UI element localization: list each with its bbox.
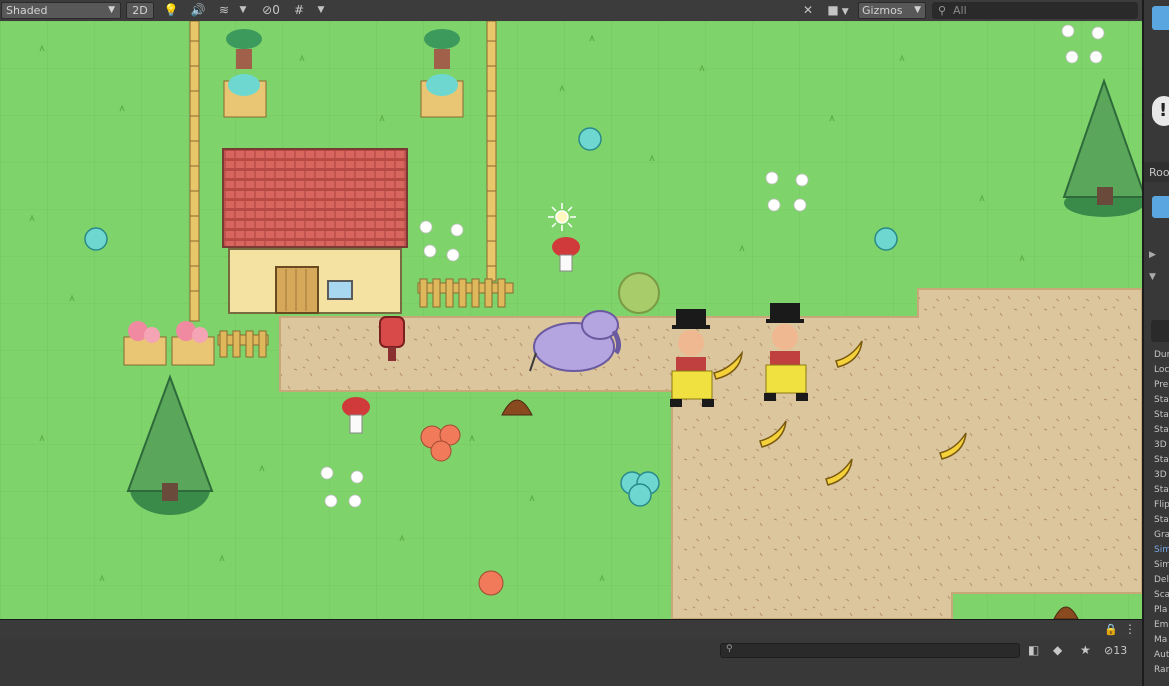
foldout-open-icon[interactable]: ▼ <box>1149 272 1156 282</box>
light-gizmo <box>548 203 576 231</box>
shading-mode-label: Shaded <box>6 4 48 17</box>
grid-dropdown-icon[interactable]: ▼ <box>313 2 329 19</box>
2d-mode-button[interactable]: 2D <box>126 2 154 19</box>
2d-mode-label: 2D <box>132 4 148 17</box>
inspector-property-label: Sta <box>1154 425 1169 435</box>
object-name-label: Roo <box>1149 166 1169 179</box>
hidden-packages-toggle[interactable]: ⊘13 <box>1104 644 1127 657</box>
inspector-property-label: Dur <box>1154 350 1169 360</box>
chevron-down-icon: ▼ <box>108 5 115 15</box>
inspector-property-label: Sim <box>1154 545 1169 555</box>
hidden-packages-count: 13 <box>1113 644 1128 657</box>
inspector-property-label: Pla <box>1154 605 1168 615</box>
gizmos-label: Gizmos <box>862 4 903 17</box>
inspector-property-label: Pre <box>1154 380 1169 390</box>
shading-mode-dropdown[interactable]: Shaded ▼ <box>1 2 121 19</box>
camera-dropdown[interactable]: ■ ▼ <box>823 2 853 19</box>
inspector-panel: ! Roo ▶ ▼ Dur Loc Pre Sta Sta Sta 3D Sta 3D Sta Fl… <box>1142 0 1169 686</box>
chevron-down-icon: ▼ <box>914 5 921 15</box>
eye-hidden-icon: ⊘ <box>262 3 273 17</box>
tools-icon[interactable]: ✕ <box>798 2 818 19</box>
inspector-property-label: 3D <box>1154 440 1167 450</box>
inspector-property-label: Sta <box>1154 455 1169 465</box>
inspector-property-label: Del <box>1154 575 1169 585</box>
grid-toggle-icon[interactable]: # <box>289 2 309 19</box>
hidden-count-label: 0 <box>272 3 280 17</box>
search-placeholder: All <box>953 4 967 17</box>
panel-splitter-bar: 🔒 ⋮ <box>0 619 1142 640</box>
camera-icon: ■ <box>827 3 839 17</box>
inspector-property-label: Ma <box>1154 635 1168 645</box>
project-search-input[interactable]: ⚲ <box>720 643 1020 658</box>
inspector-property-label: Flip <box>1154 500 1169 510</box>
scene-toolbar: Shaded ▼ 2D 💡 🔊 ≋ ▼ ⊘0 # ▼ ✕ ■ ▼ Gizmos ▼… <box>0 0 1142 22</box>
round-bush <box>618 272 660 314</box>
inspector-property-label: 3D <box>1154 470 1167 480</box>
inspector-property-label: Sta <box>1154 515 1169 525</box>
effects-dropdown-icon[interactable]: ▼ <box>236 2 250 19</box>
inspector-property-label: Rar <box>1154 665 1169 675</box>
lock-icon[interactable]: 🔒 <box>1104 623 1118 636</box>
chevron-down-icon: ▼ <box>841 7 849 17</box>
inspector-property-label: Sta <box>1154 410 1169 420</box>
more-options-icon[interactable]: ⋮ <box>1124 622 1136 636</box>
inspector-property-label: Sim <box>1154 560 1169 570</box>
favorite-star-icon[interactable]: ★ <box>1080 643 1091 657</box>
effects-toggle-icon[interactable]: ≋ <box>213 2 235 19</box>
inspector-property-label: Sca <box>1154 590 1169 600</box>
search-icon: ⚲ <box>726 644 733 654</box>
project-panel: ⚲ ◧ ◆ ★ ⊘13 <box>0 639 1142 686</box>
warning-icon: ! <box>1152 96 1169 126</box>
inspector-property-label: Sta <box>1154 395 1169 405</box>
inspector-property-label: Em <box>1154 620 1169 630</box>
scene-visibility-toggle[interactable]: ⊘0 <box>256 2 286 19</box>
fence-vertical-left <box>189 21 200 322</box>
lighting-toggle-icon[interactable]: 💡 <box>160 2 182 19</box>
inspector-property-label: Sta <box>1154 485 1169 495</box>
filter-by-type-icon[interactable]: ◧ <box>1028 643 1039 657</box>
inspector-header: Roo <box>1144 162 1169 182</box>
cube-icon <box>1152 6 1169 30</box>
inspector-property-label: Loc <box>1154 365 1169 375</box>
fence-vertical-right <box>486 21 497 282</box>
filter-by-label-icon[interactable]: ◆ <box>1053 643 1062 657</box>
inspector-property-label: Gra <box>1154 530 1169 540</box>
search-icon: ⚲ <box>938 4 947 17</box>
inspector-property-label: Aut <box>1154 650 1169 660</box>
component-cube-icon <box>1152 196 1169 218</box>
audio-toggle-icon[interactable]: 🔊 <box>187 2 209 19</box>
scene-view[interactable] <box>0 21 1142 619</box>
gizmos-dropdown[interactable]: Gizmos ▼ <box>858 2 926 19</box>
scene-search-input[interactable]: ⚲ All <box>932 2 1138 19</box>
foldout-arrow-icon[interactable]: ▶ <box>1149 250 1156 260</box>
tilemap-scene <box>0 21 1142 619</box>
eye-hidden-icon: ⊘ <box>1104 644 1114 657</box>
house <box>222 148 408 314</box>
particle-preview-button[interactable] <box>1151 320 1169 342</box>
